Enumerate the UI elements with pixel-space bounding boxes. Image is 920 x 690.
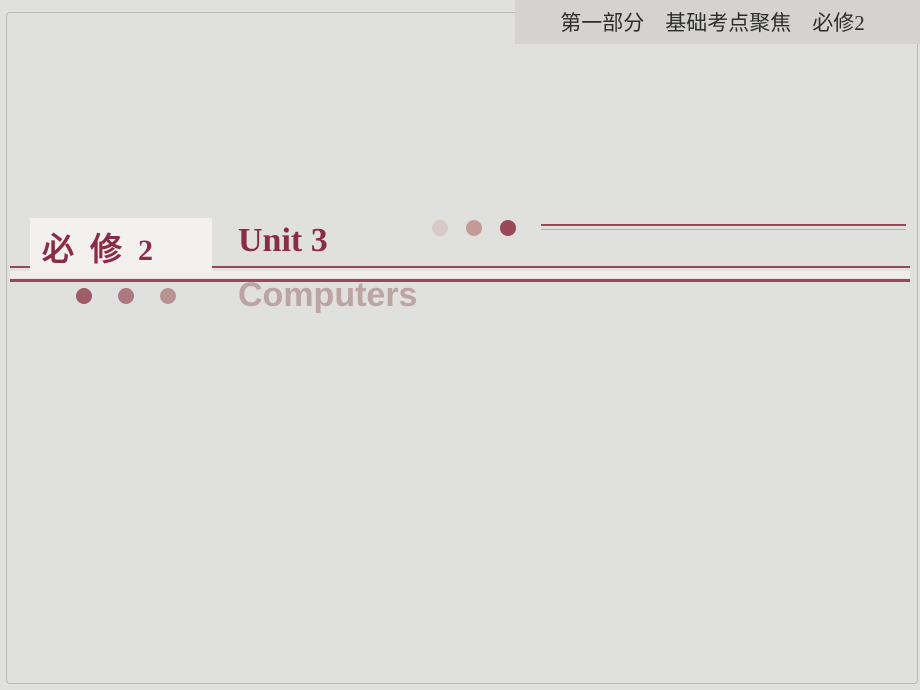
left-title-prefix: 必 修	[42, 231, 138, 267]
top-dots	[432, 220, 516, 236]
left-dots	[76, 288, 176, 304]
dot-icon	[160, 288, 176, 304]
dot-icon	[432, 220, 448, 236]
top-rule-line	[541, 224, 906, 230]
unit-label: Unit 3	[238, 222, 328, 260]
subtitle-text: Computers	[238, 276, 417, 315]
slide-container: 第一部分 基础考点聚焦 必修2 必 修 2 Unit 3 Computers	[0, 0, 920, 690]
header-bar: 第一部分 基础考点聚焦 必修2	[515, 0, 920, 44]
title-band: 必 修 2 Unit 3 Computers	[0, 218, 920, 318]
page-border	[6, 12, 918, 684]
mid-rule-inner	[10, 271, 910, 278]
left-title-text: 必 修 2	[42, 224, 153, 270]
dot-icon	[500, 220, 516, 236]
dot-icon	[76, 288, 92, 304]
header-text: 第一部分 基础考点聚焦 必修2	[560, 7, 865, 37]
left-title-num: 2	[138, 234, 153, 267]
dot-icon	[118, 288, 134, 304]
dot-icon	[466, 220, 482, 236]
left-title-block: 必 修 2	[30, 218, 212, 272]
